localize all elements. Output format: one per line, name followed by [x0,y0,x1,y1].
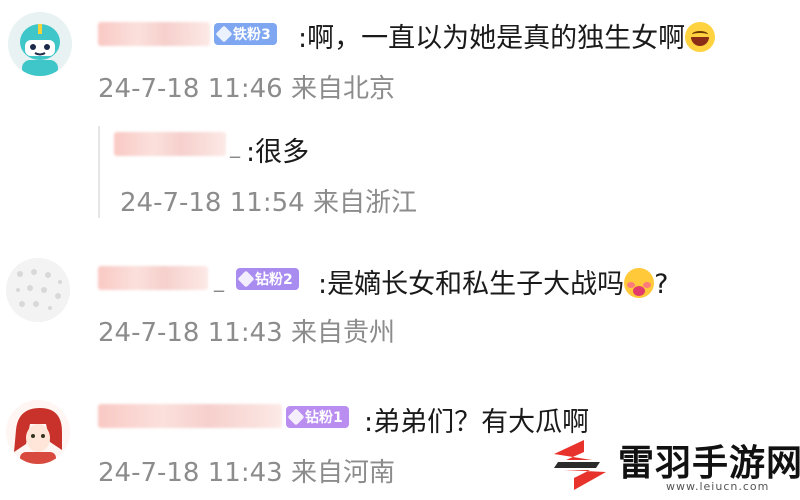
site-url: www.leiucn.com [666,480,770,493]
shy-emoji-icon [624,268,655,298]
username-blurred[interactable] [114,132,226,156]
comment-text-tail: ? [654,269,669,300]
badge-diamond-icon [237,270,255,288]
fan-badge: 钻粉1 [286,406,349,428]
comment-meta: 24-7-18 11:43 来自贵州 [98,312,395,349]
avatar[interactable] [6,258,70,322]
comment-text-body: :很多 [246,137,310,168]
badge-label: 钻粉2 [255,272,293,288]
comment-meta: 24-7-18 11:46 来自北京 [98,68,395,105]
badge-diamond-icon [215,25,233,43]
badge-label: 钻粉1 [305,410,343,426]
reply-indent-bar [98,126,100,218]
fan-badge: 钻粉2 [236,268,299,290]
comment-time: 24-7-18 11:43 [98,458,283,488]
badge-label: 铁粉3 [233,27,271,43]
comment-text-body: :啊，一直以为她是真的独生女啊 [298,23,686,54]
username-blurred[interactable] [98,266,208,290]
comment-text: :啊，一直以为她是真的独生女啊 [298,16,716,55]
comment-location: 来自北京 [290,74,395,104]
comment-text: :是嫡长女和私生子大战吗? [318,262,668,301]
avatar-cartoon-icon [8,12,72,76]
reply-item: _ :很多 24-7-18 11:54 来自浙江 [0,118,800,228]
comment-item: _ 钻粉2 :是嫡长女和私生子大战吗? 24-7-18 11:43 来自贵州 [0,248,800,358]
comment-meta: 24-7-18 11:43 来自河南 [98,452,395,489]
comment-meta: 24-7-18 11:54 来自浙江 [120,182,417,219]
comment-time: 24-7-18 11:54 [120,188,305,218]
username-blurred[interactable] [98,22,210,46]
comment-time: 24-7-18 11:46 [98,74,283,104]
avatar-redhair-icon [6,400,70,464]
avatar[interactable] [8,12,72,76]
username-blurred[interactable] [98,404,282,428]
comment-location: 来自河南 [290,458,395,488]
site-name: 雷羽手游网 [618,443,800,484]
username-suffix: _ [214,268,224,292]
site-logo-icon [554,440,606,490]
badge-diamond-icon [287,408,305,426]
avatar[interactable] [6,400,70,464]
comment-time: 24-7-18 11:43 [98,318,283,348]
comment-text-body: :是嫡长女和私生子大战吗 [318,269,625,300]
laugh-emoji-icon [685,22,716,52]
username-suffix: _ [230,134,240,158]
site-watermark: 雷羽手游网 www.leiucn.com [548,432,800,500]
comment-location: 来自浙江 [312,188,417,218]
comment-text: :很多 [246,130,309,169]
comment-location: 来自贵州 [290,318,395,348]
comment-item: 铁粉3 :啊，一直以为她是真的独生女啊 24-7-18 11:46 来自北京 [0,0,800,110]
fan-badge: 铁粉3 [214,23,277,45]
avatar-pattern-icon [6,258,70,322]
